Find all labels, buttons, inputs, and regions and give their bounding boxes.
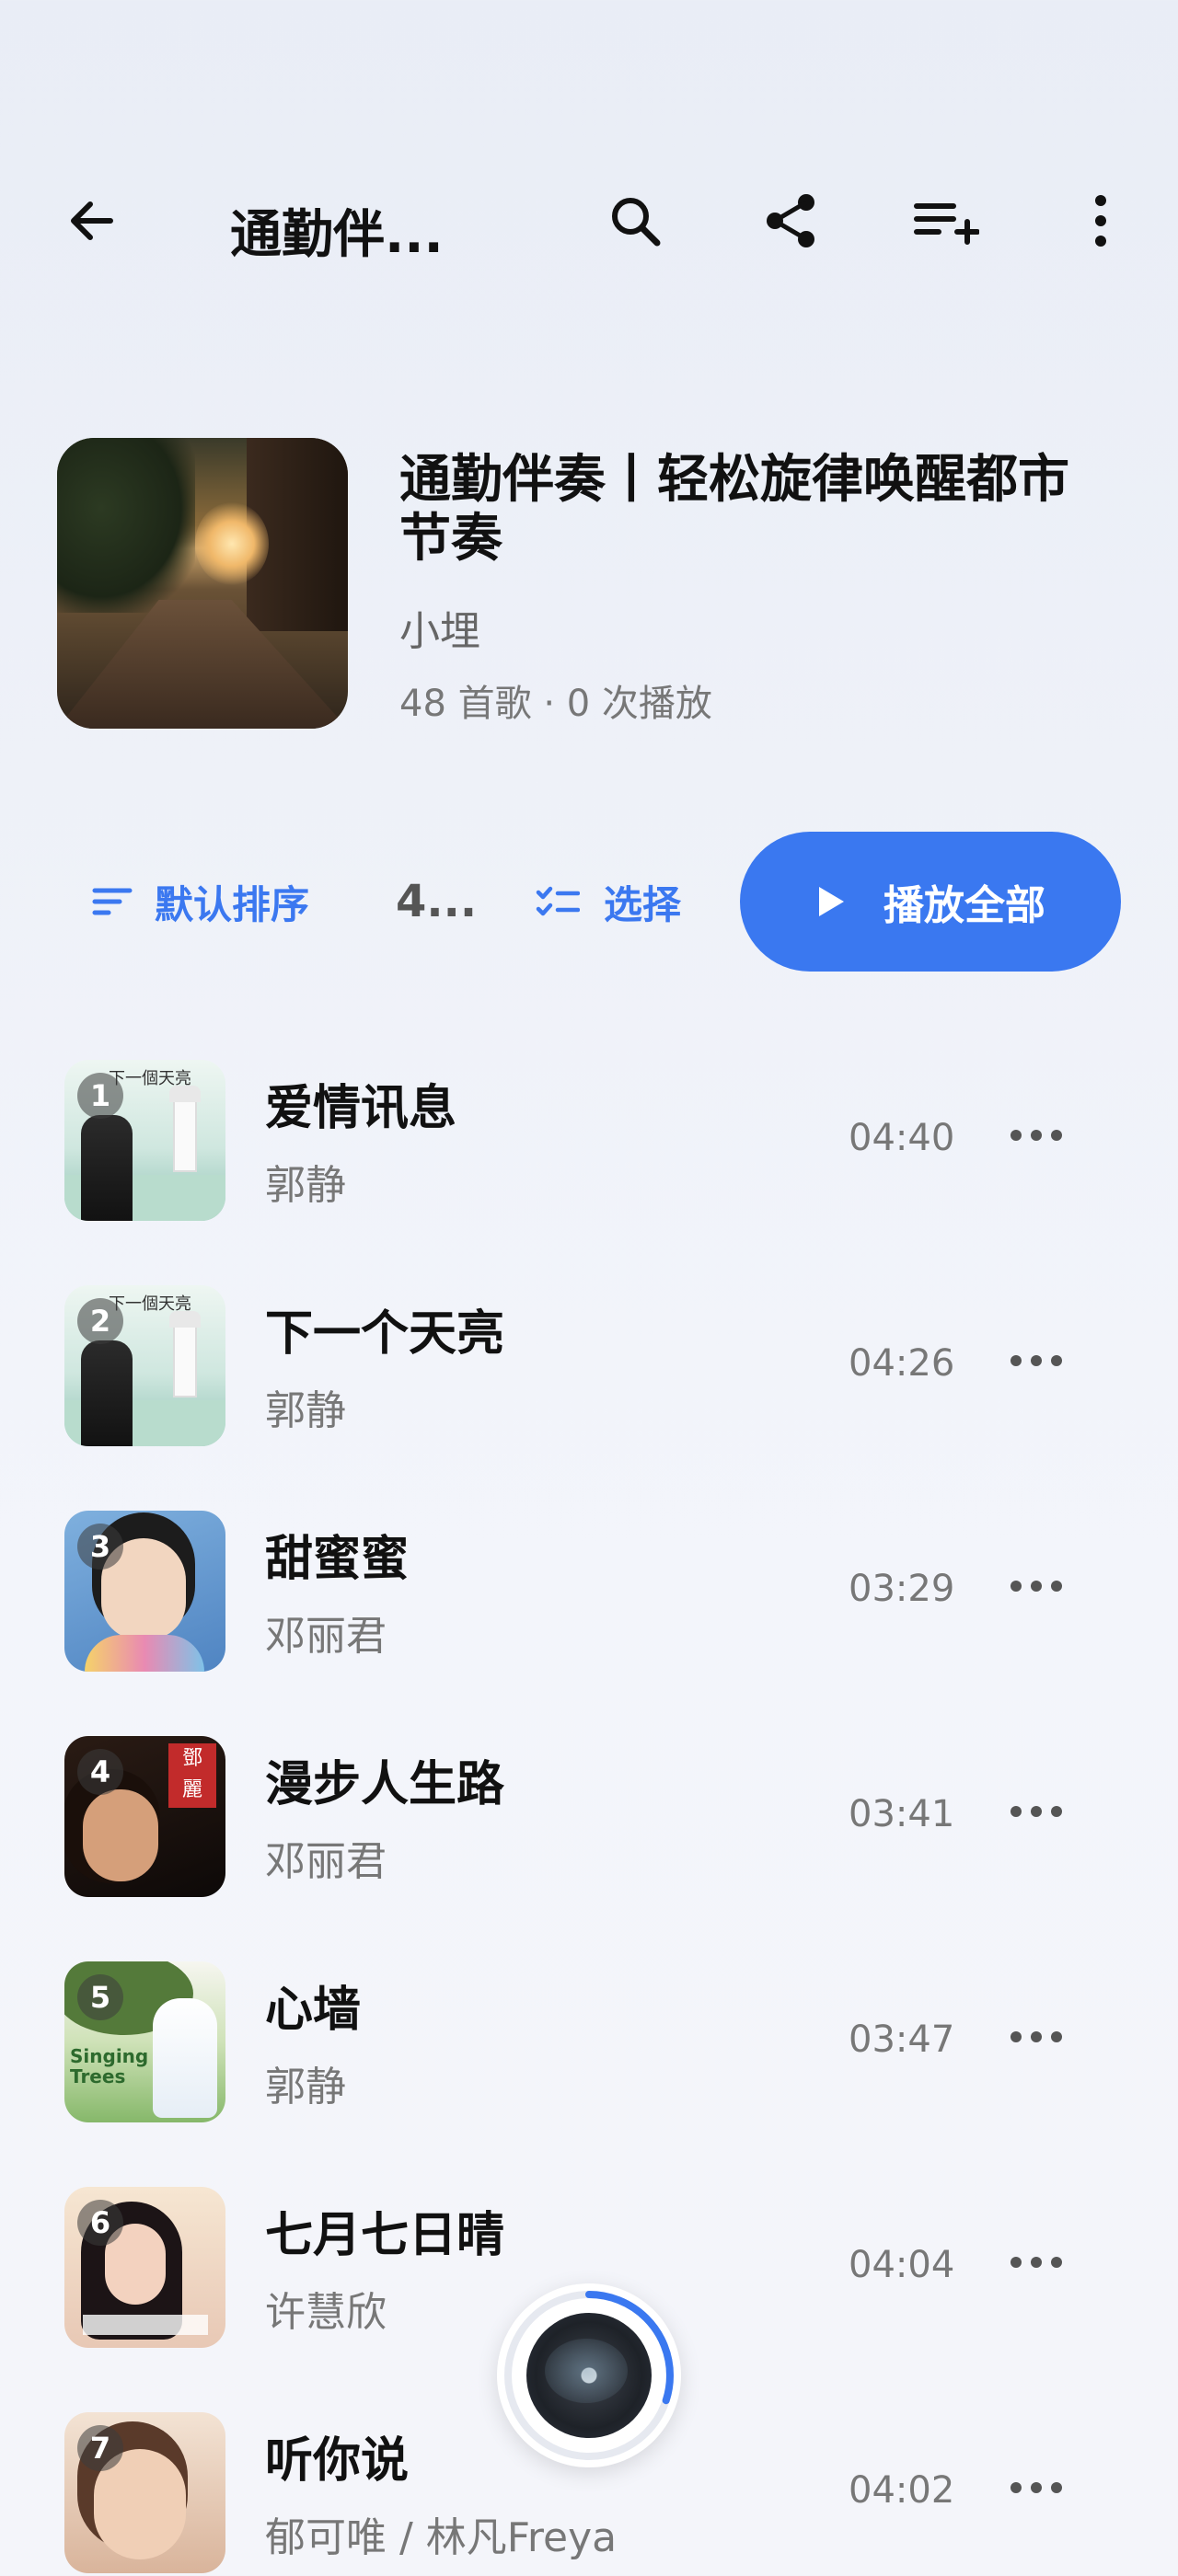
song-cover: 7 (64, 2412, 225, 2573)
song-title: 七月七日晴 (265, 2208, 505, 2263)
song-cover: 下一個天亮 1 (64, 1060, 225, 1221)
song-duration: 04:26 (849, 1342, 955, 1385)
track-number: 7 (77, 2425, 123, 2471)
more-horizontal-icon (1011, 2257, 1062, 2268)
song-more-button[interactable] (1003, 1333, 1069, 1388)
playlist-stats: 48 首歌 · 0 次播放 (399, 683, 712, 725)
song-artist: 许慧欣 (265, 2289, 387, 2336)
top-bar: 通勤伴... (0, 166, 1178, 276)
song-more-button[interactable] (1003, 1558, 1069, 1614)
song-more-button[interactable] (1003, 2460, 1069, 2515)
song-artist: 郭静 (265, 1387, 346, 1434)
page-title: 通勤伴... (230, 205, 444, 265)
more-horizontal-icon (1011, 1581, 1062, 1592)
song-title: 听你说 (265, 2433, 410, 2489)
more-options-button[interactable] (1064, 184, 1138, 258)
song-more-button[interactable] (1003, 1108, 1069, 1163)
song-cover: 3 (64, 1511, 225, 1672)
play-all-label: 播放全部 (884, 882, 1045, 929)
track-number: 6 (77, 2200, 123, 2246)
song-duration: 03:41 (849, 1793, 955, 1835)
more-horizontal-icon (1011, 1130, 1062, 1141)
song-duration: 03:47 (849, 2018, 955, 2061)
song-title: 心墙 (265, 1983, 362, 2038)
play-icon (819, 887, 844, 916)
song-more-button[interactable] (1003, 2009, 1069, 2064)
song-row[interactable]: 下一個天亮 2 下一个天亮郭静 04:26 (0, 1285, 1178, 1511)
song-cover: 下一個天亮 2 (64, 1285, 225, 1446)
search-icon (612, 198, 661, 247)
song-artist: 郭静 (265, 1162, 346, 1209)
more-horizontal-icon (1011, 1806, 1062, 1817)
song-artist: 郭静 (265, 2064, 346, 2110)
song-row[interactable]: 下一個天亮 1 爱情讯息郭静 04:40 (0, 1060, 1178, 1285)
more-horizontal-icon (1011, 2482, 1062, 2493)
song-artist: 邓丽君 (265, 1838, 387, 1885)
song-duration: 04:40 (849, 1117, 955, 1159)
back-arrow-icon (71, 201, 113, 240)
song-cover: 6 (64, 2187, 225, 2348)
share-button[interactable] (755, 184, 828, 258)
more-vertical-icon (1095, 195, 1106, 247)
track-number: 3 (77, 1524, 123, 1570)
track-number: 2 (77, 1298, 123, 1344)
track-number: 5 (77, 1974, 123, 2020)
more-horizontal-icon (1011, 2031, 1062, 2042)
select-button[interactable]: 选择 (536, 874, 681, 929)
song-more-button[interactable] (1003, 2235, 1069, 2290)
song-title: 漫步人生路 (265, 1757, 505, 1812)
checklist-icon (536, 886, 580, 916)
select-label: 选择 (604, 881, 682, 927)
song-more-button[interactable] (1003, 1784, 1069, 1839)
track-number: 1 (77, 1073, 123, 1119)
song-duration: 04:04 (849, 2244, 955, 2286)
song-row[interactable]: Singing Trees 5 心墙郭静 03:47 (0, 1961, 1178, 2187)
song-count: 4... (396, 876, 478, 927)
now-playing-disc (526, 2313, 652, 2438)
add-to-playlist-button[interactable] (909, 184, 983, 258)
song-title: 下一个天亮 (265, 1306, 505, 1362)
sort-button[interactable]: 默认排序 (92, 874, 309, 929)
playlist-title: 通勤伴奏丨轻松旋律唤醒都市节奏 (399, 450, 1069, 569)
song-artist: 郁可唯 / 林凡Freya (265, 2514, 618, 2561)
add-to-playlist-icon (914, 203, 979, 245)
playlist-cover[interactable] (57, 438, 348, 729)
song-cover: Singing Trees 5 (64, 1961, 225, 2122)
song-duration: 04:02 (849, 2469, 955, 2512)
song-cover: 鄧麗4 (64, 1736, 225, 1897)
share-icon (767, 194, 814, 247)
song-duration: 03:29 (849, 1568, 955, 1610)
sort-label: 默认排序 (155, 881, 310, 927)
playlist-author[interactable]: 小埋 (399, 598, 480, 657)
track-number: 4 (77, 1749, 123, 1795)
mini-player[interactable] (497, 2283, 681, 2467)
song-row[interactable]: 3 甜蜜蜜邓丽君 03:29 (0, 1511, 1178, 1736)
song-artist: 邓丽君 (265, 1613, 387, 1660)
back-button[interactable] (55, 184, 129, 258)
song-title: 爱情讯息 (265, 1081, 457, 1136)
play-all-button[interactable]: 播放全部 (740, 832, 1121, 972)
sort-icon (92, 888, 133, 915)
song-row[interactable]: 鄧麗 4 漫步人生路邓丽君 03:41 (0, 1736, 1178, 1961)
song-title: 甜蜜蜜 (265, 1532, 410, 1587)
search-button[interactable] (598, 184, 672, 258)
more-horizontal-icon (1011, 1355, 1062, 1366)
